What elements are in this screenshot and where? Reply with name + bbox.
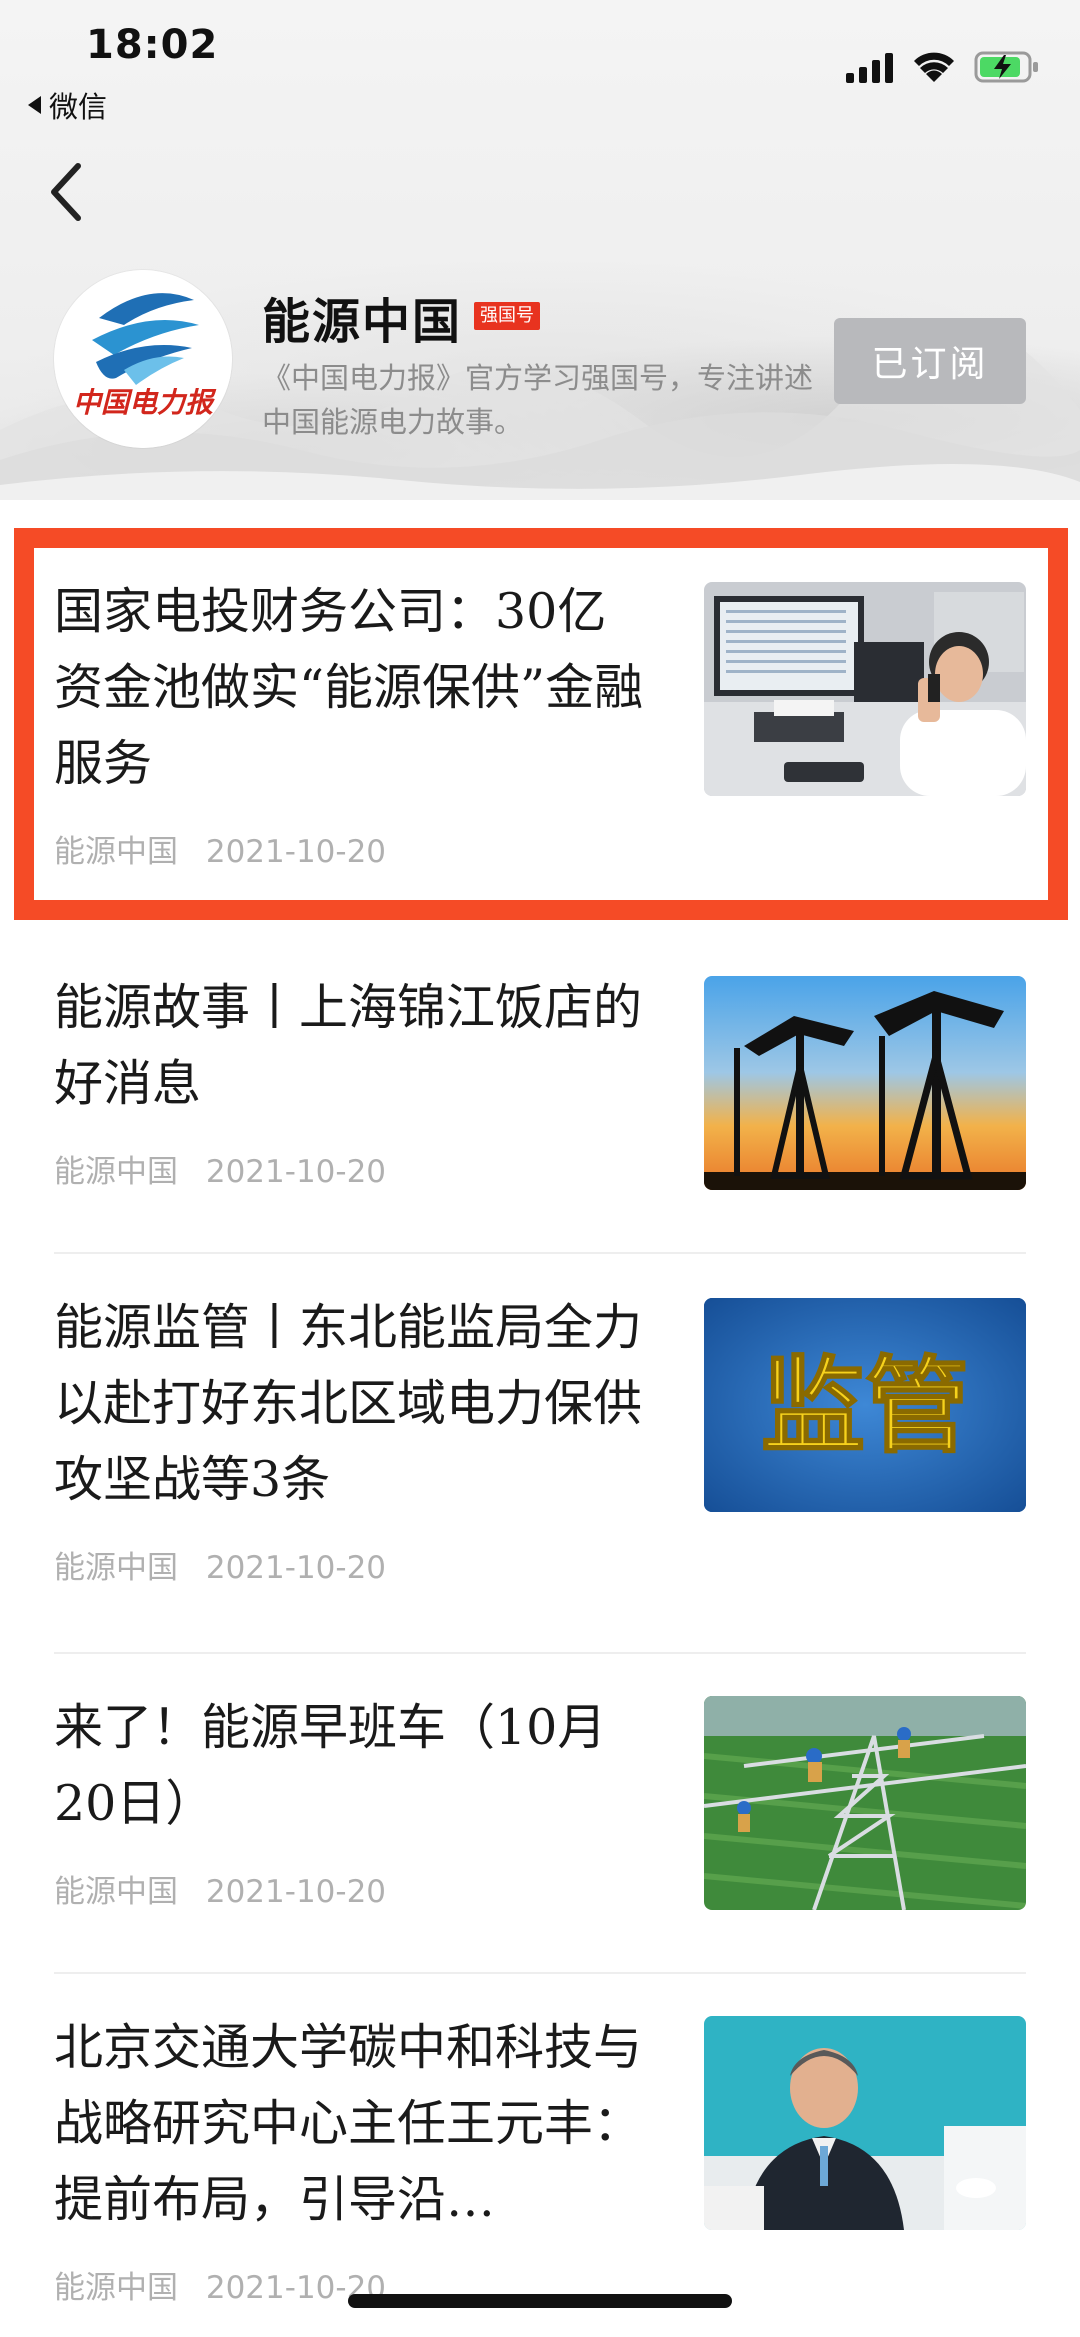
article-meta: 能源中国 2021-10-20 [54,1866,386,1911]
wifi-icon [914,52,954,82]
article-item[interactable]: 来了！能源早班车（10月20日） 能源中国 2021-10-20 [0,1690,1080,1950]
article-thumbnail: 监管 [704,1298,1026,1512]
account-name: 能源中国 [262,294,463,350]
article-date: 2021-10-20 [205,1874,387,1910]
status-icons [846,50,1040,84]
article-meta: 能源中国 2021-10-20 [54,1542,386,1587]
article-thumbnail [704,1696,1026,1910]
article-title: 能源监管丨东北能监局全力以赴打好东北区域电力保供攻坚战等3条 [54,1299,643,1508]
back-triangle-icon [28,96,41,114]
status-time: 18:02 [86,22,219,68]
list-divider [54,1972,1026,1974]
article-item[interactable]: 能源故事丨上海锦江饭店的好消息 能源中国 2021-10-20 [0,970,1080,1230]
article-title: 北京交通大学碳中和科技与战略研究中心主任王元丰：提前布局，引导沿… [54,2019,643,2228]
article-thumbnail [704,2016,1026,2230]
home-indicator[interactable] [348,2294,732,2308]
chevron-left-icon [51,163,81,221]
qiangguo-badge: 强国号 [474,302,540,330]
jianguan-thumb-text: 监管 [761,1344,969,1467]
jianguan-text-image: 监管 [704,1298,1026,1512]
highlight-annotation-box [14,528,1068,920]
article-source: 能源中国 [54,1874,178,1910]
article-meta: 能源中国 2021-10-20 [54,1146,386,1191]
article-item[interactable]: 能源监管丨东北能监局全力以赴打好东北区域电力保供攻坚战等3条 能源中国 2021… [0,1290,1080,1630]
article-source: 能源中国 [54,1154,178,1190]
china-power-news-logo: 中国电力报 [54,270,232,448]
power-tower-workers-photo [704,1696,1026,1910]
back-app-label: 微信 [49,90,108,124]
article-source: 能源中国 [54,1550,178,1586]
article-date: 2021-10-20 [205,1550,387,1586]
back-to-app-link[interactable]: 微信 [28,84,107,126]
list-divider [54,1652,1026,1654]
article-source: 能源中国 [54,2270,178,2306]
article-list-page: 18:02 微信 中国电力报 能源中国 强国号 《中国电力报》官方学习强国号，专… [0,0,1080,2337]
account-description: 《中国电力报》官方学习强国号，专注讲述中国能源电力故事。 [262,361,814,439]
signal-icon [846,53,893,83]
article-title: 能源故事丨上海锦江饭店的好消息 [54,979,643,1112]
subscribed-button[interactable]: 已订阅 [834,318,1026,404]
oil-pumpjack-sunset-photo [704,976,1026,1190]
account-avatar[interactable]: 中国电力报 [54,270,232,448]
battery-charging-icon [974,51,1038,83]
nav-back-button[interactable] [44,160,94,224]
logo-text: 中国电力报 [73,386,217,419]
article-date: 2021-10-20 [205,1154,387,1190]
interview-man-photo [704,2016,1026,2230]
article-meta: 能源中国 2021-10-20 [54,2262,386,2307]
list-divider [54,1252,1026,1254]
article-thumbnail [704,976,1026,1190]
article-title: 来了！能源早班车（10月20日） [54,1699,607,1832]
article-item[interactable]: 北京交通大学碳中和科技与战略研究中心主任王元丰：提前布局，引导沿… 能源中国 2… [0,2010,1080,2337]
